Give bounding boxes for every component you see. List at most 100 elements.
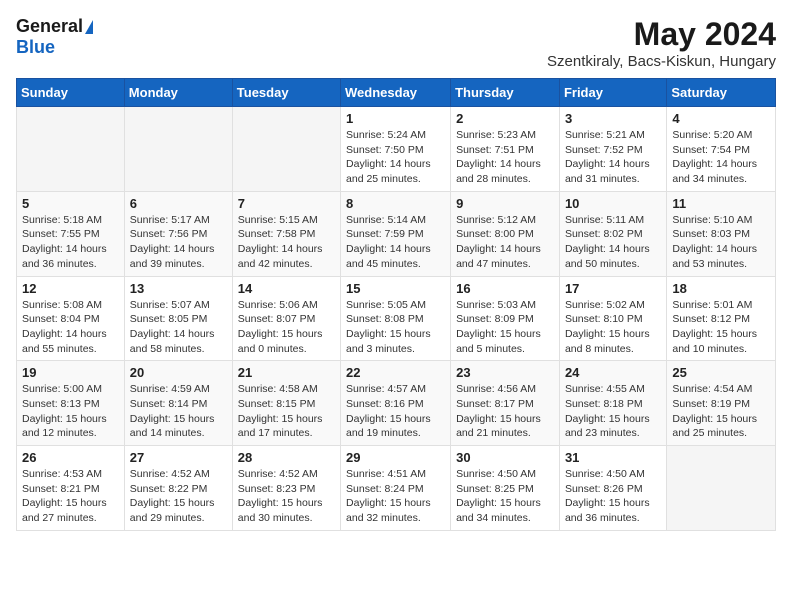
day-info: Sunrise: 5:12 AM Sunset: 8:00 PM Dayligh… — [456, 213, 554, 272]
page-header: General Blue May 2024 Szentkiraly, Bacs-… — [16, 16, 776, 70]
header-monday: Monday — [124, 79, 232, 107]
day-info: Sunrise: 4:54 AM Sunset: 8:19 PM Dayligh… — [672, 382, 770, 441]
calendar-cell: 28 Sunrise: 4:52 AM Sunset: 8:23 PM Dayli… — [232, 446, 340, 531]
day-number: 8 — [346, 196, 445, 211]
day-number: 30 — [456, 450, 554, 465]
day-number: 16 — [456, 281, 554, 296]
day-info: Sunrise: 5:23 AM Sunset: 7:51 PM Dayligh… — [456, 128, 554, 187]
calendar-subtitle: Szentkiraly, Bacs-Kiskun, Hungary — [547, 53, 776, 70]
day-number: 25 — [672, 365, 770, 380]
day-number: 6 — [130, 196, 227, 211]
day-info: Sunrise: 4:50 AM Sunset: 8:26 PM Dayligh… — [565, 467, 661, 526]
calendar-cell: 2Sunrise: 5:23 AM Sunset: 7:51 PM Daylig… — [451, 107, 560, 192]
calendar-cell: 24Sunrise: 4:55 AM Sunset: 8:18 PM Dayli… — [559, 361, 666, 446]
day-info: Sunrise: 5:17 AM Sunset: 7:56 PM Dayligh… — [130, 213, 227, 272]
calendar-cell: 31 Sunrise: 4:50 AM Sunset: 8:26 PM Dayli… — [559, 446, 666, 531]
day-info: Sunrise: 5:06 AM Sunset: 8:07 PM Dayligh… — [238, 298, 335, 357]
calendar-cell: 22 Sunrise: 4:57 AM Sunset: 8:16 PM Dayli… — [341, 361, 451, 446]
day-number: 5 — [22, 196, 119, 211]
day-number: 26 — [22, 450, 119, 465]
day-number: 18 — [672, 281, 770, 296]
calendar-cell — [124, 107, 232, 192]
logo-blue-text: Blue — [16, 37, 55, 58]
day-info: Sunrise: 5:02 AM Sunset: 8:10 PM Dayligh… — [565, 298, 661, 357]
calendar-cell: 1 Sunrise: 5:24 AM Sunset: 7:50 PM Daylig… — [341, 107, 451, 192]
calendar-cell: 3Sunrise: 5:21 AM Sunset: 7:52 PM Daylig… — [559, 107, 666, 192]
calendar-cell: 13 Sunrise: 5:07 AM Sunset: 8:05 PM Dayli… — [124, 276, 232, 361]
calendar-cell: 27Sunrise: 4:52 AM Sunset: 8:22 PM Dayli… — [124, 446, 232, 531]
day-number: 1 — [346, 111, 445, 126]
calendar-cell: 10 Sunrise: 5:11 AM Sunset: 8:02 PM Dayli… — [559, 191, 666, 276]
day-info: Sunrise: 5:05 AM Sunset: 8:08 PM Dayligh… — [346, 298, 445, 357]
day-number: 10 — [565, 196, 661, 211]
day-number: 31 — [565, 450, 661, 465]
calendar-week-row: 12 Sunrise: 5:08 AM Sunset: 8:04 PM Dayli… — [17, 276, 776, 361]
day-number: 11 — [672, 196, 770, 211]
day-number: 4 — [672, 111, 770, 126]
day-number: 13 — [130, 281, 227, 296]
day-info: Sunrise: 4:50 AM Sunset: 8:25 PM Dayligh… — [456, 467, 554, 526]
day-number: 29 — [346, 450, 445, 465]
day-number: 27 — [130, 450, 227, 465]
day-info: Sunrise: 5:01 AM Sunset: 8:12 PM Dayligh… — [672, 298, 770, 357]
calendar-cell: 17 Sunrise: 5:02 AM Sunset: 8:10 PM Dayli… — [559, 276, 666, 361]
day-info: Sunrise: 5:08 AM Sunset: 8:04 PM Dayligh… — [22, 298, 119, 357]
title-section: May 2024 Szentkiraly, Bacs-Kiskun, Hunga… — [547, 16, 776, 70]
day-info: Sunrise: 4:53 AM Sunset: 8:21 PM Dayligh… — [22, 467, 119, 526]
logo-triangle-icon — [85, 20, 93, 34]
calendar-cell: 15 Sunrise: 5:05 AM Sunset: 8:08 PM Dayli… — [341, 276, 451, 361]
calendar-cell: 30 Sunrise: 4:50 AM Sunset: 8:25 PM Dayli… — [451, 446, 560, 531]
logo-general-text: General — [16, 16, 83, 37]
day-info: Sunrise: 5:15 AM Sunset: 7:58 PM Dayligh… — [238, 213, 335, 272]
day-number: 24 — [565, 365, 661, 380]
calendar-cell: 11 Sunrise: 5:10 AM Sunset: 8:03 PM Dayli… — [667, 191, 776, 276]
calendar-cell: 19Sunrise: 5:00 AM Sunset: 8:13 PM Dayli… — [17, 361, 125, 446]
day-number: 20 — [130, 365, 227, 380]
day-info: Sunrise: 5:07 AM Sunset: 8:05 PM Dayligh… — [130, 298, 227, 357]
day-info: Sunrise: 5:10 AM Sunset: 8:03 PM Dayligh… — [672, 213, 770, 272]
calendar-cell: 4 Sunrise: 5:20 AM Sunset: 7:54 PM Daylig… — [667, 107, 776, 192]
calendar-week-row: 1 Sunrise: 5:24 AM Sunset: 7:50 PM Daylig… — [17, 107, 776, 192]
calendar-cell: 16 Sunrise: 5:03 AM Sunset: 8:09 PM Dayli… — [451, 276, 560, 361]
day-info: Sunrise: 4:57 AM Sunset: 8:16 PM Dayligh… — [346, 382, 445, 441]
day-info: Sunrise: 4:58 AM Sunset: 8:15 PM Dayligh… — [238, 382, 335, 441]
day-info: Sunrise: 5:11 AM Sunset: 8:02 PM Dayligh… — [565, 213, 661, 272]
day-info: Sunrise: 5:03 AM Sunset: 8:09 PM Dayligh… — [456, 298, 554, 357]
day-number: 12 — [22, 281, 119, 296]
calendar-cell: 7Sunrise: 5:15 AM Sunset: 7:58 PM Daylig… — [232, 191, 340, 276]
header-wednesday: Wednesday — [341, 79, 451, 107]
day-number: 15 — [346, 281, 445, 296]
calendar-cell: 23Sunrise: 4:56 AM Sunset: 8:17 PM Dayli… — [451, 361, 560, 446]
day-number: 19 — [22, 365, 119, 380]
logo: General Blue — [16, 16, 93, 58]
header-tuesday: Tuesday — [232, 79, 340, 107]
header-thursday: Thursday — [451, 79, 560, 107]
calendar-week-row: 26 Sunrise: 4:53 AM Sunset: 8:21 PM Dayli… — [17, 446, 776, 531]
calendar-cell: 8Sunrise: 5:14 AM Sunset: 7:59 PM Daylig… — [341, 191, 451, 276]
header-friday: Friday — [559, 79, 666, 107]
day-info: Sunrise: 5:18 AM Sunset: 7:55 PM Dayligh… — [22, 213, 119, 272]
day-number: 22 — [346, 365, 445, 380]
calendar-title: May 2024 — [547, 16, 776, 53]
calendar-cell: 9 Sunrise: 5:12 AM Sunset: 8:00 PM Daylig… — [451, 191, 560, 276]
calendar-cell: 6 Sunrise: 5:17 AM Sunset: 7:56 PM Daylig… — [124, 191, 232, 276]
calendar-cell: 20 Sunrise: 4:59 AM Sunset: 8:14 PM Dayli… — [124, 361, 232, 446]
day-number: 17 — [565, 281, 661, 296]
day-info: Sunrise: 4:59 AM Sunset: 8:14 PM Dayligh… — [130, 382, 227, 441]
calendar-header-row: SundayMondayTuesdayWednesdayThursdayFrid… — [17, 79, 776, 107]
day-number: 28 — [238, 450, 335, 465]
day-info: Sunrise: 4:52 AM Sunset: 8:23 PM Dayligh… — [238, 467, 335, 526]
calendar-cell: 26 Sunrise: 4:53 AM Sunset: 8:21 PM Dayli… — [17, 446, 125, 531]
day-number: 23 — [456, 365, 554, 380]
day-number: 9 — [456, 196, 554, 211]
header-sunday: Sunday — [17, 79, 125, 107]
day-info: Sunrise: 5:21 AM Sunset: 7:52 PM Dayligh… — [565, 128, 661, 187]
calendar-cell: 18 Sunrise: 5:01 AM Sunset: 8:12 PM Dayli… — [667, 276, 776, 361]
calendar-cell: 5 Sunrise: 5:18 AM Sunset: 7:55 PM Daylig… — [17, 191, 125, 276]
day-info: Sunrise: 5:24 AM Sunset: 7:50 PM Dayligh… — [346, 128, 445, 187]
day-number: 21 — [238, 365, 335, 380]
day-info: Sunrise: 5:20 AM Sunset: 7:54 PM Dayligh… — [672, 128, 770, 187]
day-info: Sunrise: 4:51 AM Sunset: 8:24 PM Dayligh… — [346, 467, 445, 526]
calendar-cell — [17, 107, 125, 192]
calendar-cell: 14Sunrise: 5:06 AM Sunset: 8:07 PM Dayli… — [232, 276, 340, 361]
